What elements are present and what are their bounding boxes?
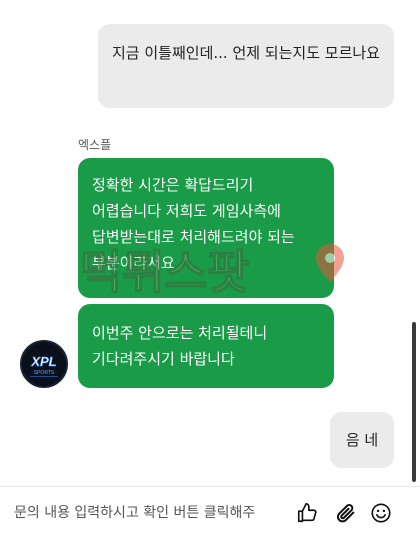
smiley-icon xyxy=(371,503,391,523)
chat-message-area[interactable]: 지금 이틀째인데... 언제 되는지도 모르나요 엑스플 정확한 시간은 확답드… xyxy=(0,0,420,486)
emoji-button[interactable] xyxy=(368,500,394,526)
message-input[interactable] xyxy=(10,499,298,527)
avatar-brand-text: XPL xyxy=(30,354,56,369)
user-message-bubble: 지금 이틀째인데... 언제 되는지도 모르나요 xyxy=(98,24,394,108)
attach-button[interactable] xyxy=(333,500,359,526)
user-message-bubble: 음 네 xyxy=(330,412,394,468)
thumbs-up-icon xyxy=(297,503,317,523)
message-input-bar xyxy=(0,486,420,541)
agent-message-bubble: 정확한 시간은 확답드리기 어렵습니다 저희도 게임사측에 답변받는대로 처리해… xyxy=(78,158,334,298)
avatar-sub-text: SPORTS xyxy=(34,370,55,376)
agent-message-text: 이번주 안으로는 처리될테니 기다려주시기 바랍니다 xyxy=(92,324,268,368)
like-button[interactable] xyxy=(294,500,320,526)
xpl-logo-icon: XPL SPORTS xyxy=(22,342,66,386)
user-message-text: 음 네 xyxy=(345,431,379,449)
agent-name-label: 엑스플 xyxy=(78,138,112,152)
paperclip-icon xyxy=(336,503,355,523)
agent-message-text: 정확한 시간은 확답드리기 어렵습니다 저희도 게임사측에 답변받는대로 처리해… xyxy=(92,176,295,272)
agent-message-bubble: 이번주 안으로는 처리될테니 기다려주시기 바랍니다 xyxy=(78,304,334,388)
scrollbar-thumb[interactable] xyxy=(412,322,416,482)
agent-avatar: XPL SPORTS xyxy=(20,340,68,388)
user-message-text: 지금 이틀째인데... 언제 되는지도 모르나요 xyxy=(112,44,380,62)
